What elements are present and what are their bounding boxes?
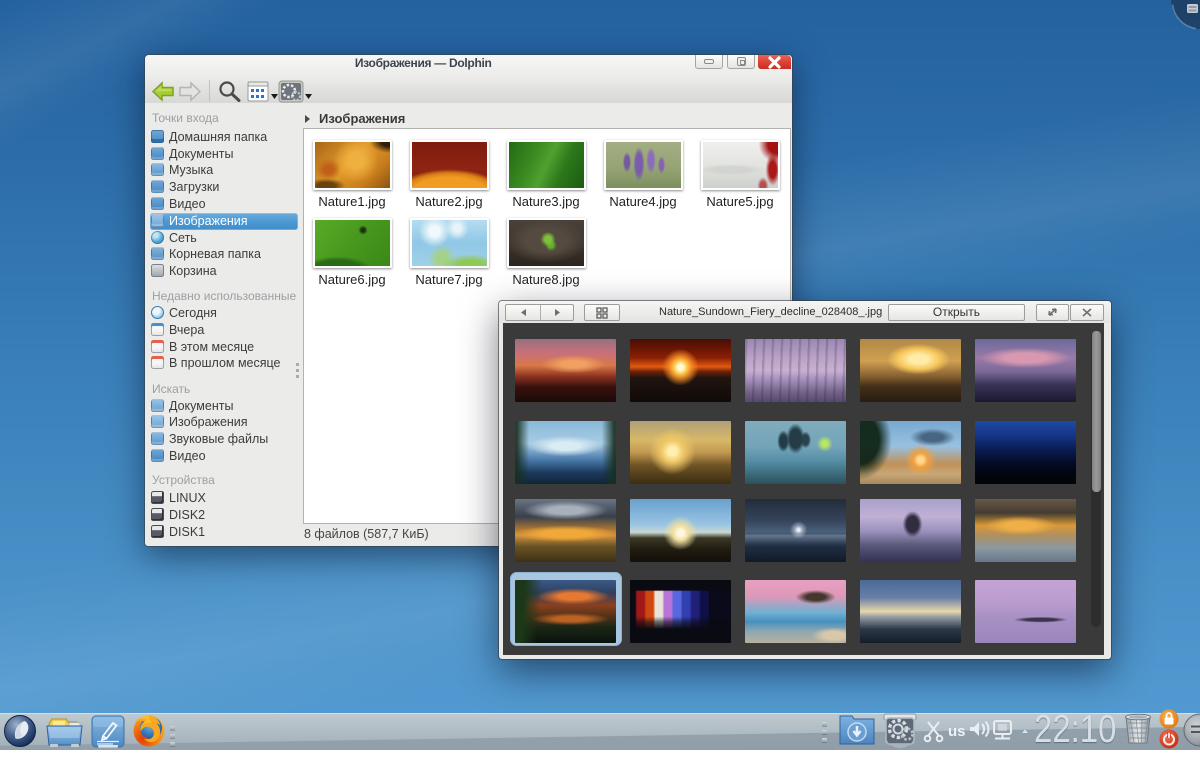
svg-text:us: us bbox=[948, 723, 966, 740]
